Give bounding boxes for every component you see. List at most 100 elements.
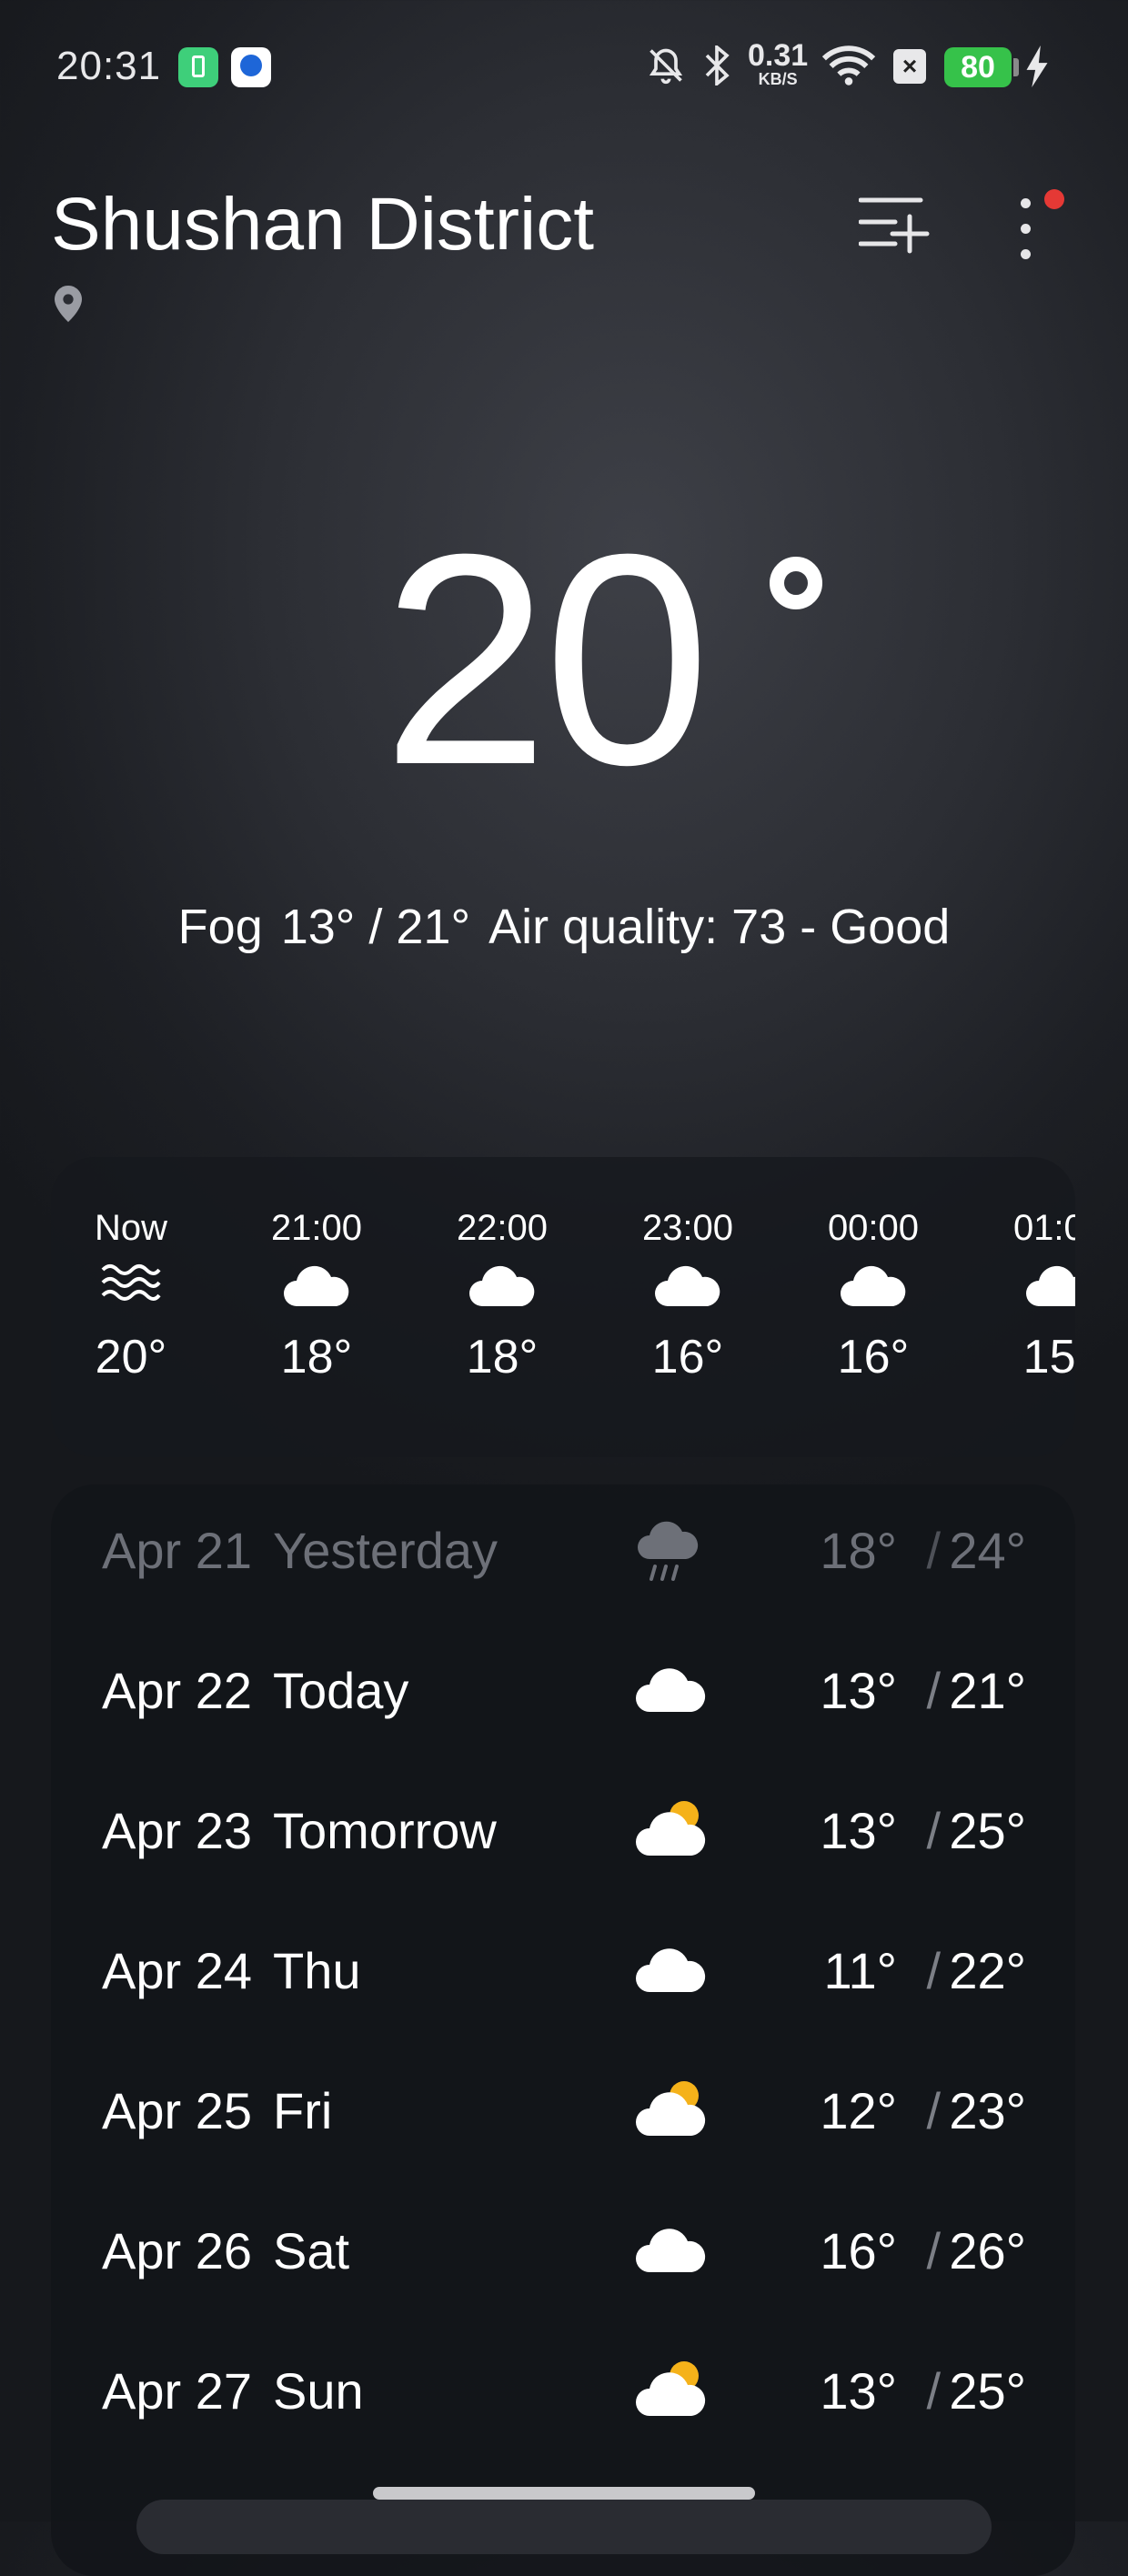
hour-time: Now — [94, 1208, 168, 1248]
add-list-icon — [859, 197, 930, 254]
battery-saver-app-icon — [178, 47, 218, 87]
hour-temp: 18° — [280, 1331, 353, 1384]
network-speed: 0.31 KB/S — [748, 40, 808, 87]
day-date: Apr 21 — [102, 1522, 252, 1579]
cloud-icon — [636, 1668, 706, 1712]
day-high: 24° — [949, 1522, 1026, 1579]
temp-separator: / — [926, 2082, 941, 2139]
temp-separator: / — [926, 1802, 941, 1859]
day-row[interactable]: Apr 22 Today 13° / 21° — [51, 1625, 1075, 1765]
location-pin-icon — [55, 286, 82, 322]
day-row[interactable]: Apr 25 Fri 12° / 23° — [51, 2045, 1075, 2185]
day-name: Sat — [273, 2222, 350, 2279]
current-range: 13° / 21° — [280, 900, 471, 954]
cloud-icon — [841, 1265, 906, 1306]
day-row[interactable]: Apr 21 Yesterday 18° / 24° — [51, 1484, 1075, 1625]
cloud-icon — [469, 1265, 535, 1306]
wifi-icon — [821, 45, 876, 86]
city-title[interactable]: Shushan District — [51, 182, 594, 267]
next-card-peek — [136, 2500, 992, 2554]
day-high: 22° — [949, 1942, 1026, 1999]
day-row[interactable]: Apr 26 Sat 16° / 26° — [51, 2185, 1075, 2325]
day-high: 23° — [949, 2082, 1026, 2139]
day-low: 13° — [820, 1802, 897, 1859]
hour-temp: 18° — [466, 1331, 539, 1384]
cloud-icon — [655, 1265, 720, 1306]
bluetooth-icon — [705, 45, 730, 86]
day-low: 12° — [820, 2082, 897, 2139]
hour-temp: 20° — [95, 1331, 167, 1384]
network-speed-value: 0.31 — [748, 38, 809, 73]
hour-time: 23:00 — [641, 1208, 734, 1248]
day-high: 25° — [949, 1802, 1026, 1859]
day-date: Apr 22 — [102, 1662, 252, 1719]
day-row[interactable]: Apr 24 Thu 11° / 22° — [51, 1905, 1075, 2045]
fog-icon — [101, 1264, 161, 1301]
day-name: Yesterday — [273, 1522, 498, 1579]
add-city-button[interactable] — [859, 195, 930, 255]
day-date: Apr 23 — [102, 1802, 252, 1859]
cloud-icon — [1026, 1265, 1075, 1306]
close-box-icon: × — [893, 49, 926, 84]
temp-separator: / — [926, 1662, 941, 1719]
day-name: Today — [273, 1662, 409, 1719]
hour-item: 00:00 16° — [810, 1208, 937, 1384]
day-name: Tomorrow — [273, 1802, 497, 1859]
day-row[interactable]: Apr 27 Sun 13° / 25° — [51, 2325, 1075, 2465]
current-summary[interactable]: Fog 13° / 21° Air quality: 73 - Good — [0, 899, 1128, 955]
gesture-navigation-bar[interactable] — [373, 2487, 755, 2500]
current-condition: Fog — [177, 900, 263, 954]
notification-dot — [1044, 189, 1064, 209]
hourly-forecast[interactable]: Now 20° 21:00 18° 22:00 18° 23:00 16° 00… — [51, 1157, 1075, 1457]
temp-separator: / — [926, 1942, 941, 1999]
day-name: Fri — [273, 2082, 333, 2139]
air-quality: Air quality: 73 - Good — [488, 900, 951, 954]
hour-item: 01:00 15° — [995, 1208, 1075, 1384]
partly-cloudy-icon — [636, 1801, 706, 1856]
status-bar: 20:31 0.31 KB/S × 80 — [0, 0, 1128, 136]
day-date: Apr 26 — [102, 2222, 252, 2279]
day-date: Apr 27 — [102, 2362, 252, 2420]
more-vertical-icon — [1021, 198, 1031, 208]
battery-level: 80 — [944, 47, 1019, 87]
hour-item: 22:00 18° — [438, 1208, 566, 1384]
current-temperature[interactable]: 20 — [382, 509, 764, 810]
more-vertical-icon-dot — [1021, 249, 1031, 259]
rain-icon — [638, 1521, 699, 1581]
day-name: Sun — [273, 2362, 364, 2420]
temp-separator: / — [926, 1522, 941, 1579]
temp-separator: / — [926, 2362, 941, 2420]
hour-item: 23:00 16° — [624, 1208, 751, 1384]
partly-cloudy-icon — [636, 2361, 706, 2416]
network-speed-unit: KB/S — [758, 70, 798, 88]
day-low: 11° — [823, 1942, 897, 1999]
day-low: 16° — [820, 2222, 897, 2279]
daily-forecast: Apr 21 Yesterday 18° / 24° Apr 22 Today … — [51, 1484, 1075, 2576]
charging-icon — [1026, 45, 1048, 87]
temp-separator: / — [926, 2222, 941, 2279]
more-menu-button[interactable] — [1008, 189, 1064, 259]
day-low: 18° — [820, 1522, 897, 1579]
day-high: 25° — [949, 2362, 1026, 2420]
partly-cloudy-icon — [636, 2081, 706, 2136]
hour-item: Now 20° — [67, 1208, 195, 1384]
status-time: 20:31 — [56, 44, 162, 88]
hour-time: 21:00 — [270, 1208, 363, 1248]
hour-time: 01:00 — [1012, 1208, 1075, 1248]
day-low: 13° — [820, 1662, 897, 1719]
cloud-icon — [636, 1948, 706, 1992]
day-row[interactable]: Apr 23 Tomorrow 13° / 25° — [51, 1765, 1075, 1905]
hour-time: 00:00 — [827, 1208, 920, 1248]
day-low: 13° — [820, 2362, 897, 2420]
hour-temp: 16° — [837, 1331, 910, 1384]
hour-time: 22:00 — [456, 1208, 549, 1248]
day-high: 21° — [949, 1662, 1026, 1719]
day-date: Apr 25 — [102, 2082, 252, 2139]
degree-symbol — [770, 557, 822, 609]
silent-bell-icon — [649, 48, 683, 85]
day-high: 26° — [949, 2222, 1026, 2279]
day-date: Apr 24 — [102, 1942, 252, 1999]
more-vertical-icon-dot — [1021, 224, 1031, 234]
browser-app-icon — [231, 47, 271, 87]
day-name: Thu — [273, 1942, 361, 1999]
